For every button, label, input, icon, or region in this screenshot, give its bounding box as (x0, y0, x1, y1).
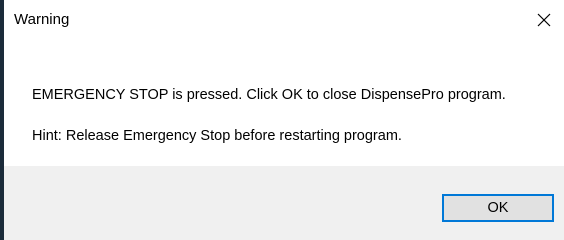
button-bar: OK (4, 166, 564, 240)
title-bar[interactable]: Warning (4, 0, 564, 40)
message-area: EMERGENCY STOP is pressed. Click OK to c… (4, 40, 564, 166)
close-icon (537, 13, 551, 27)
warning-dialog: Warning EMERGENCY STOP is pressed. Click… (0, 0, 564, 240)
window-title: Warning (14, 11, 70, 28)
ok-button[interactable]: OK (442, 194, 554, 222)
message-text: EMERGENCY STOP is pressed. Click OK to c… (32, 87, 506, 103)
hint-text: Hint: Release Emergency Stop before rest… (32, 128, 402, 144)
close-button[interactable] (524, 0, 564, 40)
